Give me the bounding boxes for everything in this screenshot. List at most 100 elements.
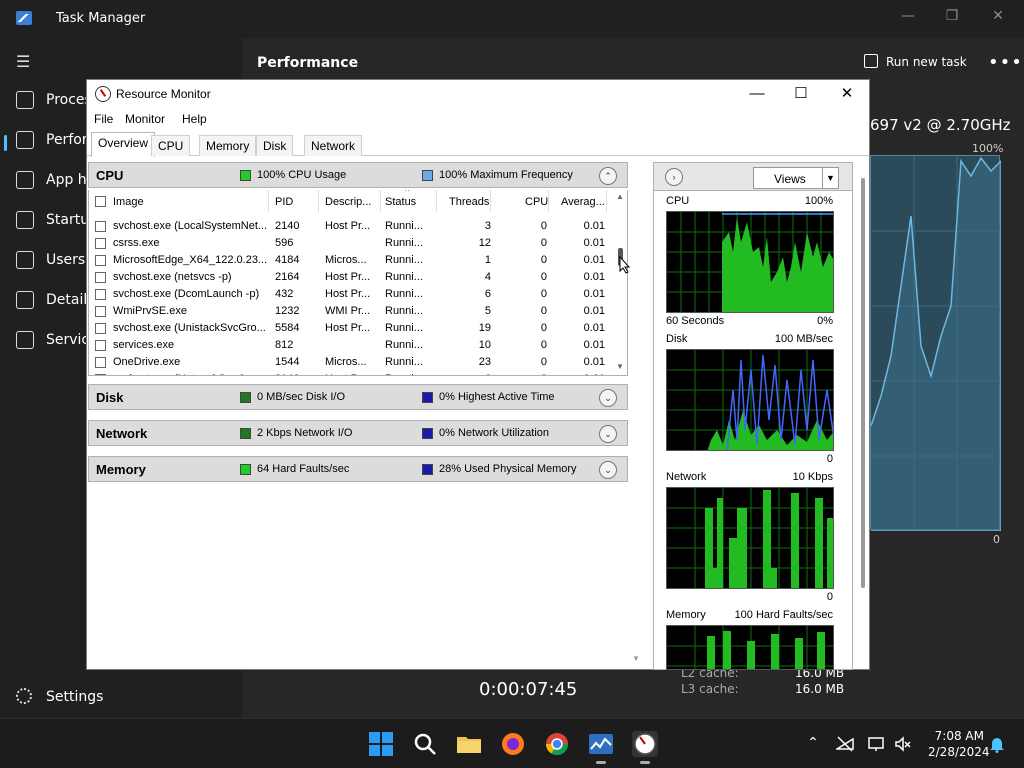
memory-expand-icon[interactable]: ⌄ [599,461,617,479]
tray-overflow-chevron-icon[interactable]: ⌃ [804,735,822,753]
table-row[interactable]: MicrosoftEdge_X64_122.0.23... 4184 Micros.… [89,252,613,269]
left-scroll-down-icon[interactable]: ▼ [632,654,640,663]
disk-graph-min: 0 [826,453,833,465]
taskmanager-close-button[interactable]: ✕ [980,4,1016,28]
task-manager-taskbar-icon[interactable] [588,731,614,764]
collapse-panel-icon[interactable]: › [665,168,683,186]
rm-minimize-button[interactable]: — [735,82,779,106]
table-cell: 596 [275,237,294,249]
l3-cache-label: L3 cache: [681,682,739,696]
more-options-button[interactable]: ••• [988,52,1023,73]
row-checkbox[interactable] [95,340,106,351]
table-cell: 12 [478,237,491,249]
col-image[interactable]: Image [113,190,269,212]
views-dropdown[interactable]: Views ▼ [753,167,839,189]
nav-settings[interactable]: Settings [16,688,103,705]
menu-file[interactable]: File [94,112,113,126]
taskbar: ⌃ 7:08 AM 2/28/2024 [0,718,1024,768]
tab-disk[interactable]: Disk [256,135,294,156]
search-icon[interactable] [412,731,438,757]
disk-graph [666,349,834,451]
table-row[interactable]: svchost.exe (LocalSystemNet... 2140 Host P… [89,218,613,235]
table-row[interactable]: svchost.exe (netsvcs -p) 2164 Host Pr... Ru… [89,269,613,286]
select-all-checkbox[interactable] [95,196,106,207]
rm-close-button[interactable]: ✕ [825,82,869,106]
taskmanager-maximize-button[interactable]: ❐ [934,4,970,28]
row-checkbox[interactable] [95,272,106,283]
table-cell: MicrosoftEdge_X64_122.0.23... [113,254,268,266]
row-checkbox[interactable] [95,255,106,266]
col-average[interactable]: Averag... [561,190,607,212]
table-cell: Runni... [385,254,423,266]
tab-memory[interactable]: Memory [199,135,257,156]
col-cpu[interactable]: CPU [525,190,549,212]
table-row[interactable]: OneDrive.exe 1544 Micros... Runni... 23 0 0.01 [89,354,613,371]
memory-faults-text: 64 Hard Faults/sec [257,463,350,475]
table-row[interactable]: svchost.exe (NetworkService... 2140 Host P… [89,371,613,375]
table-cell: csrss.exe [113,237,160,249]
cpu-utilization-graph [870,155,1002,532]
table-cell: 4 [484,271,491,283]
hamburger-menu-icon[interactable]: ☰ [16,52,34,71]
disk-expand-icon[interactable]: ⌄ [599,389,617,407]
table-row[interactable]: services.exe 812 Runni... 10 0 0.01 [89,337,613,354]
col-pid[interactable]: PID [275,190,319,212]
graph-panel-scroll-thumb[interactable] [861,178,865,588]
l3-cache-value: 16.0 MB [795,682,845,696]
network-section-header[interactable]: Network 2 Kbps Network I/O 0% Network Ut… [88,420,628,446]
cpu-collapse-icon[interactable]: ⌃ [599,167,617,185]
file-explorer-icon[interactable] [456,731,482,757]
table-row[interactable]: svchost.exe (DcomLaunch -p) 432 Host Pr...… [89,286,613,303]
resource-monitor-window: Resource Monitor — ☐ ✕ File Monitor Help… [86,79,870,670]
table-scrollbar[interactable]: ▲ ▼ [613,190,627,375]
col-threads[interactable]: Threads [449,190,491,212]
run-new-task-button[interactable]: Run new task [864,54,967,69]
left-pane-scrollbar[interactable]: ▼ [629,164,645,670]
row-checkbox[interactable] [95,374,106,375]
table-cell: services.exe [113,339,175,351]
table-cell: svchost.exe (UnistackSvcGro... [113,322,266,334]
cpu-section-header[interactable]: CPU 100% CPU Usage 100% Maximum Frequenc… [88,162,628,188]
firefox-icon[interactable] [500,731,526,757]
rm-maximize-button[interactable]: ☐ [779,82,823,106]
disk-section-header[interactable]: Disk 0 MB/sec Disk I/O 0% Highest Active… [88,384,628,410]
tab-network[interactable]: Network [304,135,363,156]
row-checkbox[interactable] [95,323,106,334]
menu-help[interactable]: Help [182,112,207,126]
network-io-swatch [240,428,251,439]
table-cell: 0 [540,271,547,283]
col-status[interactable]: Status [385,190,437,212]
table-row[interactable]: csrss.exe 596 Runni... 12 0 0.01 [89,235,613,252]
row-checkbox[interactable] [95,238,106,249]
menu-monitor[interactable]: Monitor [125,112,165,126]
network-status-icon[interactable] [834,735,854,753]
memory-section-header[interactable]: Memory 64 Hard Faults/sec 28% Used Physi… [88,456,628,482]
tab-cpu[interactable]: CPU [151,135,191,156]
display-icon[interactable] [868,735,886,753]
notification-bell-icon[interactable] [988,735,1006,753]
tab-overview[interactable]: Overview [91,132,156,157]
start-button-icon[interactable] [368,731,394,757]
taskmanager-minimize-button[interactable]: — [890,4,926,28]
clock-date: 2/28/2024 [928,745,990,759]
row-checkbox[interactable] [95,289,106,300]
scroll-up-icon[interactable]: ▲ [616,192,624,201]
row-checkbox[interactable] [95,306,106,317]
table-row[interactable]: WmiPrvSE.exe 1232 WMI Pr... Runni... 5 0 0.01 [89,303,613,320]
row-checkbox[interactable] [95,357,106,368]
taskmanager-title: Task Manager [56,11,146,26]
chrome-icon[interactable] [544,731,570,757]
table-cell: 0 [540,288,547,300]
taskbar-clock[interactable]: 7:08 AM 2/28/2024 [928,728,990,760]
resource-monitor-taskbar-icon[interactable] [632,731,658,764]
network-expand-icon[interactable]: ⌄ [599,425,617,443]
table-cell: WmiPrvSE.exe [113,305,187,317]
table-cell: 6 [484,288,491,300]
graph-panel-scrollbar[interactable] [860,178,867,588]
row-checkbox[interactable] [95,221,106,232]
col-description[interactable]: Descrip... [325,190,381,212]
resource-monitor-titlebar[interactable]: Resource Monitor — ☐ ✕ [87,80,869,108]
table-row[interactable]: svchost.exe (UnistackSvcGro... 5584 Host P… [89,320,613,337]
volume-muted-icon[interactable] [894,735,912,753]
scroll-down-icon[interactable]: ▼ [616,362,624,371]
